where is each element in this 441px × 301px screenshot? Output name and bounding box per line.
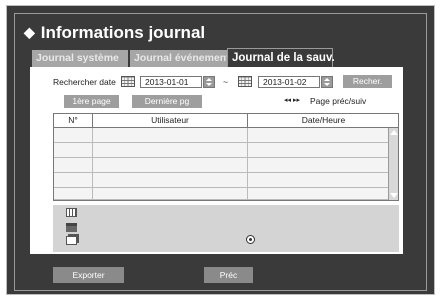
mouse-cursor-icon [246,235,255,244]
end-date-stepper[interactable] [321,76,333,88]
first-page-button[interactable]: 1ère page [64,95,119,108]
page-nav-label: Page préc/suiv [310,96,367,106]
storage-device-icon [66,223,77,232]
table-row[interactable] [54,188,389,200]
backup-log-table: N° Utilisateur Date/Heure [53,113,399,201]
dialog-title-text: Informations journal [40,23,206,42]
tab-system-log[interactable]: Journal système [32,50,128,67]
dialog-title: ◆ Informations journal [24,23,205,43]
previous-button[interactable]: Préc [204,267,253,283]
export-button[interactable]: Exporter [53,267,124,283]
date-range-separator: ~ [223,77,228,87]
copy-icon [66,236,77,245]
column-header-datetime: Date/Heure [247,114,399,127]
table-row[interactable] [54,173,389,188]
table-row[interactable] [54,128,389,143]
column-header-number: N° [68,115,78,125]
table-header: N° Utilisateur Date/Heure [54,114,398,128]
calendar-icon [66,208,77,217]
start-date-field[interactable]: 2013-01-01 [140,76,202,88]
table-row[interactable] [54,143,389,158]
column-header-user: Utilisateur [92,114,247,127]
tab-backup-log[interactable]: Journal de la sauv. [227,48,335,67]
search-button[interactable]: Recher. [343,75,392,88]
preview-area [53,205,399,252]
table-scrollbar[interactable] [388,128,398,200]
diamond-arrow-icon: ◆ [24,24,35,40]
scroll-up-icon[interactable] [390,130,398,135]
start-date-stepper[interactable] [203,76,215,88]
scroll-down-icon[interactable] [390,193,398,198]
last-page-button[interactable]: Dernière pg [132,95,202,108]
table-row[interactable] [54,158,389,173]
tab-event-log[interactable]: Journal événements [130,50,236,67]
calendar-icon[interactable] [121,76,135,87]
calendar-icon[interactable] [238,76,252,87]
end-date-field[interactable]: 2013-01-02 [258,76,320,88]
page-nav-arrows-icon[interactable]: ◂◂ ▸▸ [284,96,300,104]
search-date-label: Rechercher date [53,77,116,87]
